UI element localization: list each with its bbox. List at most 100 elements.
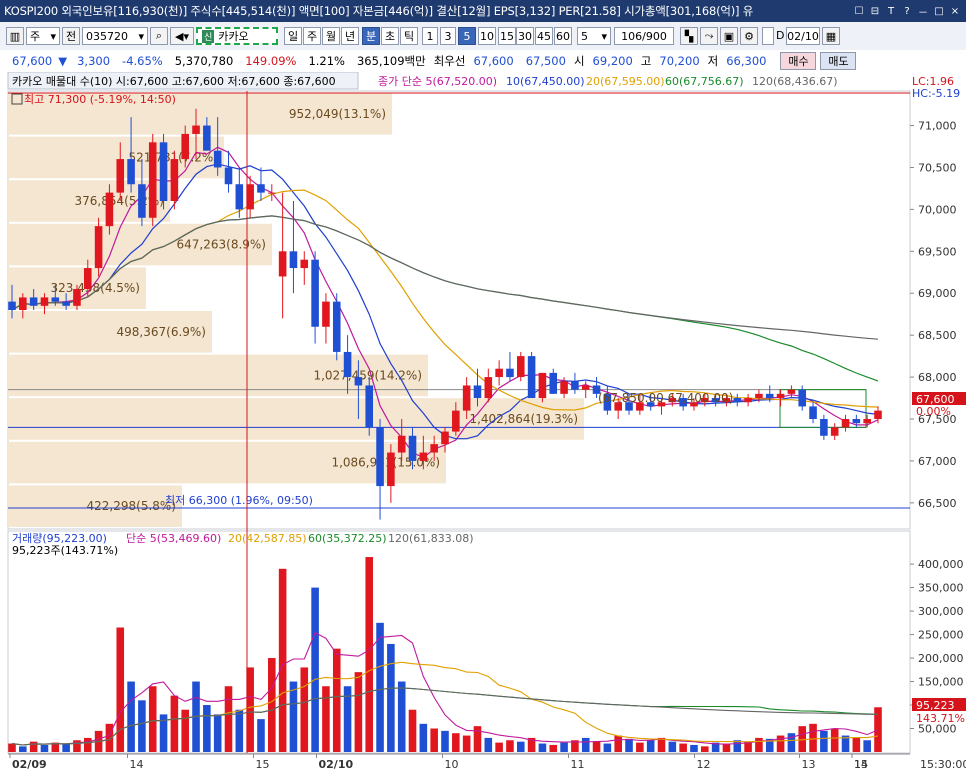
search-icon[interactable]: ⌕ xyxy=(150,27,168,45)
price-tick-label: 68,000 xyxy=(918,371,957,384)
current-pct-tag: 0.00% xyxy=(916,405,951,418)
volume-pct-tag: 143.71% xyxy=(916,712,965,725)
candle-body xyxy=(863,419,871,424)
volume-bar xyxy=(29,741,38,752)
volume-tick-label: 250,000 xyxy=(918,629,964,642)
volume-bar xyxy=(300,667,309,752)
gear-icon[interactable]: ⚙ xyxy=(740,27,758,45)
buy-button[interactable]: 매수 xyxy=(780,52,817,70)
minimize-icon[interactable]: － xyxy=(916,4,930,19)
date-check-label: D xyxy=(776,29,785,42)
layout-icon[interactable]: ☐ xyxy=(852,4,866,18)
date-field[interactable]: 02/10 xyxy=(786,27,820,45)
chart-toolbar: ▥ 주 ▾ 전 035720 ▾ ⌕ ◀▾ 신 카카오 일 주 월 년 분 초 틱 … xyxy=(0,22,966,51)
pin-icon[interactable]: T xyxy=(884,4,898,18)
candle-body xyxy=(257,184,265,193)
candle-body xyxy=(83,268,92,290)
interval-60-button[interactable]: 60 xyxy=(554,27,572,45)
candle-body xyxy=(462,385,471,411)
stock-name-field[interactable]: 신 카카오 xyxy=(196,27,278,45)
volume-bar xyxy=(668,741,677,752)
time-tick-label: 14 xyxy=(130,758,144,771)
period-minute-button[interactable]: 분 xyxy=(362,27,380,45)
interval-15-button[interactable]: 15 xyxy=(498,27,516,45)
period-day-button[interactable]: 일 xyxy=(284,27,302,45)
ma5-legend: 종가 단순 5(67,520.00) xyxy=(378,75,497,88)
volume-bar xyxy=(506,740,514,752)
time-tick-label: 02/09 xyxy=(12,758,47,771)
period-second-button[interactable]: 초 xyxy=(381,27,399,45)
interval-1-button[interactable]: 1 xyxy=(422,27,438,45)
period-month-button[interactable]: 월 xyxy=(322,27,340,45)
volume-bar xyxy=(419,723,428,752)
candle-body xyxy=(408,435,417,461)
volume-bar xyxy=(268,658,276,752)
help-icon[interactable]: ? xyxy=(900,4,914,18)
volume-bar xyxy=(278,568,287,752)
stock-code-input[interactable]: 035720 ▾ xyxy=(82,27,148,45)
volume-bar xyxy=(148,686,157,752)
volume-bar xyxy=(657,737,666,752)
low-label: 저 xyxy=(707,54,719,68)
period-week-button[interactable]: 주 xyxy=(303,27,321,45)
close-icon[interactable]: × xyxy=(948,4,962,18)
volume-bar xyxy=(538,743,547,752)
drawing-tools-icon[interactable]: ▚ xyxy=(680,27,698,45)
volume-bar xyxy=(213,714,222,752)
interval-30-button[interactable]: 30 xyxy=(516,27,534,45)
volume-bar xyxy=(387,643,395,752)
interval-10-button[interactable]: 10 xyxy=(478,27,496,45)
price-tick-label: 70,000 xyxy=(918,203,957,216)
speaker-icon[interactable]: ◀▾ xyxy=(170,27,194,45)
volume-bar xyxy=(116,627,125,752)
interval-5-button[interactable]: 5 xyxy=(458,27,476,45)
interval-select[interactable]: 5 ▾ xyxy=(577,27,611,45)
ma60-legend: 60(67,756.67) xyxy=(665,75,744,88)
volume-tick-label: 150,000 xyxy=(918,676,964,689)
bar-count-field[interactable]: 106/900 xyxy=(614,27,674,45)
candle-body xyxy=(268,192,276,194)
candle-body xyxy=(830,427,839,436)
volume-bar xyxy=(560,742,568,752)
ma120-legend: 120(68,436.67) xyxy=(752,75,838,88)
candle-body xyxy=(571,381,579,390)
price-tick-label: 69,500 xyxy=(918,245,957,258)
volume-bar xyxy=(397,681,406,752)
time-tick-label: 15 xyxy=(854,758,868,771)
turnover-pct: 1.21% xyxy=(308,54,345,68)
sell-button[interactable]: 매도 xyxy=(820,52,857,70)
candle-body xyxy=(170,159,179,201)
volume-bar xyxy=(170,695,179,752)
volume-bar xyxy=(365,557,374,752)
volume-bar xyxy=(181,709,189,752)
volume-bar xyxy=(376,622,384,752)
maximize-icon[interactable]: □ xyxy=(932,4,946,18)
interval-45-button[interactable]: 45 xyxy=(535,27,553,45)
panel-icon[interactable]: ⊟ xyxy=(868,4,882,18)
period-tick-button[interactable]: 틱 xyxy=(400,27,418,45)
volume-bar xyxy=(40,744,49,752)
period-type-select[interactable]: 주 ▾ xyxy=(26,27,60,45)
volume-tick-label: 400,000 xyxy=(918,558,964,571)
candle-body xyxy=(581,385,590,390)
price-change-pct: -4.65% xyxy=(122,54,163,68)
volume-bar xyxy=(755,737,763,752)
indicator-icon[interactable]: ⤳ xyxy=(700,27,718,45)
candle-body xyxy=(441,431,449,445)
volume-bar xyxy=(484,737,493,752)
prefix-button[interactable]: 전 xyxy=(62,27,80,45)
date-checkbox[interactable] xyxy=(762,27,774,45)
candle-body xyxy=(365,385,374,428)
interval-select-value: 5 xyxy=(581,29,588,43)
calendar-icon[interactable]: ▦ xyxy=(822,27,840,45)
save-icon[interactable]: ▣ xyxy=(720,27,738,45)
layout-toggle-icon[interactable]: ▥ xyxy=(6,27,24,45)
candle-body xyxy=(495,368,503,378)
chart-area[interactable]: 952,049(13.1%) 521,781(7.2%) 376,854(5.2%)… xyxy=(0,71,966,774)
volume-bar xyxy=(332,648,341,752)
period-year-button[interactable]: 년 xyxy=(341,27,359,45)
stock-chart[interactable]: 952,049(13.1%)521,781(7.2%)376,854(5.2%)… xyxy=(0,71,966,774)
trade-amount: 365,109백만 xyxy=(356,54,426,68)
candle-body xyxy=(841,419,850,428)
interval-3-button[interactable]: 3 xyxy=(440,27,456,45)
